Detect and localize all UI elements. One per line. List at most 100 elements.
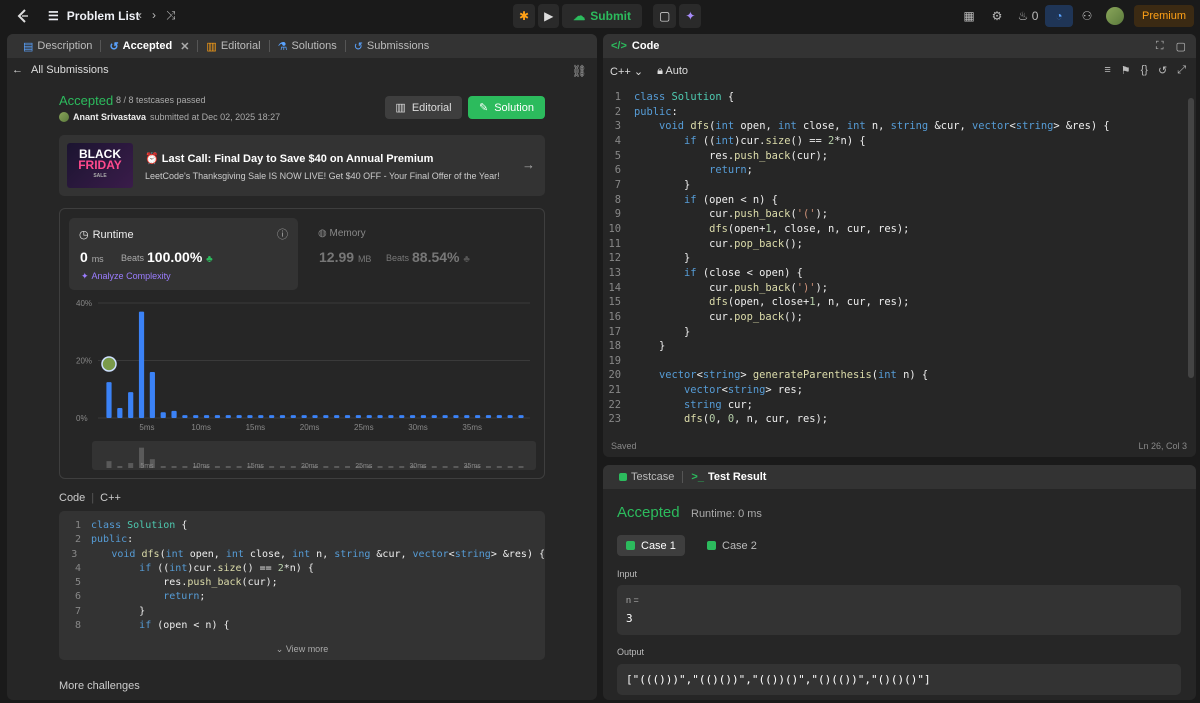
arrow-right-icon[interactable]: → <box>522 157 535 172</box>
chart-bar[interactable] <box>290 415 296 418</box>
share-link-icon[interactable]: ⛓ <box>572 64 587 78</box>
runtime-distribution-chart[interactable]: 40% 20% 0% 5ms 10ms 15ms 20ms 25ms 30ms 35ms 5ms 10… <box>60 294 546 480</box>
tab-accepted[interactable]: ↺ Accepted ✕ <box>103 40 195 53</box>
notes-button[interactable]: ▢ <box>652 4 677 28</box>
run-button[interactable]: ▶ <box>538 4 560 28</box>
editorial-button[interactable]: ▥ Editorial <box>385 96 462 119</box>
chart-bar[interactable] <box>388 415 394 418</box>
auto-mode[interactable]: 🔒︎ Auto <box>657 65 688 78</box>
chart-bar[interactable] <box>453 415 459 418</box>
layout-icon[interactable]: ▦ <box>955 5 983 27</box>
add-user-icon[interactable]: ⚇ <box>1073 5 1101 27</box>
chart-bar[interactable] <box>247 415 253 418</box>
ai-button[interactable]: ✦ <box>679 4 702 28</box>
chart-bar[interactable] <box>138 311 145 418</box>
runtime-card[interactable]: ◷ Runtime ⓘ 0 ms Beats 100.00% ♣ ✦ Analyze… <box>69 218 298 290</box>
fullscreen-icon[interactable]: ⛶ <box>1156 40 1164 53</box>
overview-bar <box>345 466 351 468</box>
chart-bar[interactable] <box>279 415 286 418</box>
prev-problem-icon[interactable]: ‹ <box>138 8 142 23</box>
chart-bar[interactable] <box>203 415 210 418</box>
overview-bar <box>334 466 340 468</box>
chart-bar[interactable] <box>171 410 177 418</box>
chart-bar[interactable] <box>182 415 188 418</box>
next-problem-icon[interactable]: › <box>152 8 156 23</box>
chart-bar[interactable] <box>377 415 383 418</box>
line-number: 3 <box>614 120 621 133</box>
chart-bar[interactable] <box>485 415 492 418</box>
promo-banner[interactable]: BLACK FRIDAY SALE ⏰ Last Call: Final Day t… <box>59 135 545 196</box>
author-name[interactable]: Anant Srivastava <box>73 112 146 122</box>
braces-icon[interactable]: {} <box>1141 64 1148 77</box>
input-box[interactable]: n = 3 <box>617 585 1181 635</box>
tab-solutions[interactable]: ⚗ Solutions <box>272 40 343 53</box>
editor-scrollbar[interactable] <box>1188 98 1194 378</box>
analyze-complexity-link[interactable]: ✦ Analyze Complexity <box>81 271 171 282</box>
chart-bar[interactable] <box>496 415 502 418</box>
leetcode-logo-icon[interactable] <box>15 8 31 27</box>
debug-button[interactable]: ✱ <box>513 4 536 28</box>
code-text: cur.pop_back(); <box>709 310 803 323</box>
memory-value: 12.99 MB <box>319 249 371 265</box>
case-1-tab[interactable]: Case 1 <box>617 535 685 556</box>
chart-bar[interactable] <box>420 415 427 418</box>
bookmark-icon[interactable]: ⚑ <box>1121 64 1131 77</box>
cursor-position: Ln 26, Col 3 <box>1138 441 1187 451</box>
problem-list-button[interactable]: ☰ Problem List <box>48 9 139 23</box>
solution-button[interactable]: ✎ Solution <box>468 96 545 119</box>
format-icon[interactable]: ≡ <box>1104 64 1110 77</box>
chart-bar[interactable] <box>355 415 361 418</box>
user-avatar[interactable] <box>1101 5 1129 27</box>
chart-bar[interactable] <box>518 415 524 418</box>
chart-bar[interactable] <box>507 415 513 418</box>
chart-bar[interactable] <box>128 392 134 418</box>
chart-bar[interactable] <box>399 415 405 418</box>
code-editor[interactable]: 1 class Solution {2 public: 3 void dfs(int … <box>603 89 1196 429</box>
tab-label: Testcase <box>631 471 675 483</box>
info-icon[interactable]: ⓘ <box>277 226 288 242</box>
chart-bar[interactable] <box>431 415 437 418</box>
chart-bar[interactable] <box>301 415 307 418</box>
tab-test-result[interactable]: >_ Test Result <box>685 471 772 483</box>
view-more-link[interactable]: ⌄ View more <box>59 644 545 655</box>
memory-label[interactable]: ◍ Memory <box>318 228 366 239</box>
chart-bar[interactable] <box>258 415 264 418</box>
all-submissions-link[interactable]: ← All Submissions <box>12 64 109 76</box>
chart-bar[interactable] <box>269 415 275 418</box>
chart-bar[interactable] <box>366 415 372 418</box>
chart-bar[interactable] <box>464 415 470 418</box>
tab-testcase[interactable]: Testcase <box>613 471 680 483</box>
chart-bar[interactable] <box>117 407 123 418</box>
shuffle-icon[interactable]: ⤨ <box>166 8 176 23</box>
close-tab-icon[interactable]: ✕ <box>180 40 189 53</box>
streak-counter[interactable]: ♨ 0 <box>1011 5 1045 27</box>
chart-bar[interactable] <box>442 415 448 418</box>
case-2-tab[interactable]: Case 2 <box>698 535 766 556</box>
language-select[interactable]: C++ ⌄ <box>610 65 643 78</box>
chart-bar[interactable] <box>409 415 416 418</box>
chart-bar[interactable] <box>312 415 318 418</box>
premium-button[interactable]: Premium <box>1134 5 1194 27</box>
settings-gear-icon[interactable]: ⚙ <box>983 5 1011 27</box>
reset-icon[interactable]: ↺ <box>1158 64 1167 77</box>
chart-bar[interactable] <box>214 415 221 418</box>
submit-button[interactable]: ☁ Submit <box>562 4 642 28</box>
chart-bar[interactable] <box>334 415 340 418</box>
submitted-code-box[interactable]: 1 class Solution {2 public: 3 void dfs(int … <box>59 511 545 660</box>
chart-bar[interactable] <box>160 412 166 418</box>
tab-submissions[interactable]: ↺ Submissions <box>348 40 436 53</box>
chart-bar[interactable] <box>475 415 481 418</box>
chart-bar[interactable] <box>323 415 329 418</box>
tab-editorial[interactable]: ▥ Editorial <box>200 40 266 53</box>
chart-bar[interactable] <box>106 382 112 418</box>
maximize-icon[interactable]: ⤢ <box>1177 64 1186 77</box>
expand-icon[interactable]: ▢ <box>1176 40 1186 53</box>
chart-bar[interactable] <box>225 415 231 418</box>
tab-description[interactable]: ▤ Description <box>17 40 98 53</box>
chart-bar[interactable] <box>344 415 351 418</box>
chart-bar[interactable] <box>193 415 199 418</box>
chart-bar[interactable] <box>149 372 155 418</box>
output-box[interactable]: ["((()))","(()())","(())()","()(())","()… <box>617 664 1181 695</box>
chart-bar[interactable] <box>236 415 242 418</box>
timer-icon[interactable]: ◔ <box>1045 5 1073 27</box>
